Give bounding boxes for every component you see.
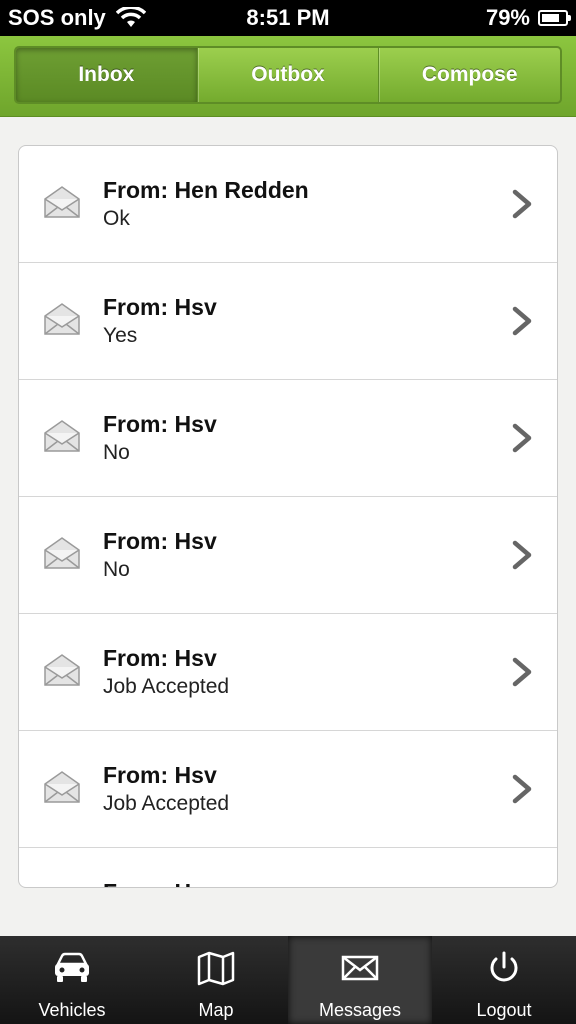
message-preview: No [103, 441, 130, 464]
tab-vehicles[interactable]: Vehicles [0, 936, 144, 1024]
message-row[interactable]: From: Hsv Yes [19, 263, 557, 380]
envelope-icon [44, 654, 80, 686]
power-icon [490, 951, 518, 982]
tab-map[interactable]: Map [144, 936, 288, 1024]
chevron-right-icon [512, 423, 532, 453]
message-sender: From: Hsv [103, 528, 217, 554]
message-list[interactable]: From: Hen Redden Ok From: Hsv Yes From: Hsv N… [18, 145, 558, 888]
message-sender: From: Hen Redden [103, 177, 309, 203]
message-sender: From: Hsv [103, 645, 217, 671]
battery-percent: 79% [485, 5, 530, 30]
message-row[interactable]: From: Hen Redden Ok [19, 146, 557, 263]
car-icon [55, 952, 89, 982]
segment-inbox[interactable]: Inbox [16, 48, 198, 102]
segment-compose[interactable]: Compose [379, 48, 560, 102]
envelope-icon [341, 955, 379, 981]
status-right: 79% [485, 5, 571, 31]
tab-logout[interactable]: Logout [432, 936, 576, 1024]
envelope-icon [44, 771, 80, 803]
battery-icon [538, 10, 571, 26]
message-preview: Job Accepted [103, 675, 230, 698]
message-row[interactable]: From: Hsv No [19, 497, 557, 614]
mailbox-segmented-control: Inbox Outbox Compose [14, 46, 562, 104]
chevron-right-icon [512, 189, 532, 219]
message-sender: From: Hsv [103, 294, 217, 320]
message-row[interactable]: From: Hsv No [19, 380, 557, 497]
tab-messages-label: Messages [318, 1000, 402, 1020]
message-sender: From: Hsv [103, 411, 217, 437]
message-row[interactable]: From: Hsv [19, 848, 557, 888]
segment-outbox[interactable]: Outbox [198, 48, 380, 102]
message-row[interactable]: From: Hsv Job Accepted [19, 731, 557, 848]
tab-logout-label: Logout [476, 1000, 532, 1020]
message-row[interactable]: From: Hsv Job Accepted [19, 614, 557, 731]
tab-vehicles-label: Vehicles [38, 1000, 106, 1020]
tab-map-label: Map [198, 1000, 234, 1020]
envelope-icon [41, 885, 83, 888]
status-bar: SOS only 8:51 PM 79% [0, 0, 576, 36]
envelope-icon [44, 420, 80, 452]
chevron-right-icon [512, 657, 532, 687]
envelope-icon [44, 537, 80, 569]
message-preview: Job Accepted [103, 792, 230, 815]
battery-level [542, 14, 559, 22]
map-icon [197, 951, 235, 986]
message-sender: From: Hsv [103, 879, 217, 887]
header: Inbox Outbox Compose [0, 36, 576, 117]
message-sender: From: Hsv [103, 762, 217, 788]
chevron-right-icon [512, 306, 532, 336]
message-preview: No [103, 558, 130, 581]
tab-bar: Vehicles Map Messages Logout [0, 936, 576, 1024]
chevron-right-icon [512, 540, 532, 570]
envelope-icon [44, 303, 80, 335]
tab-messages[interactable]: Messages [288, 936, 432, 1024]
message-preview: Ok [103, 207, 130, 230]
chevron-right-icon [512, 774, 532, 804]
envelope-icon [44, 186, 80, 218]
message-preview: Yes [103, 324, 138, 347]
